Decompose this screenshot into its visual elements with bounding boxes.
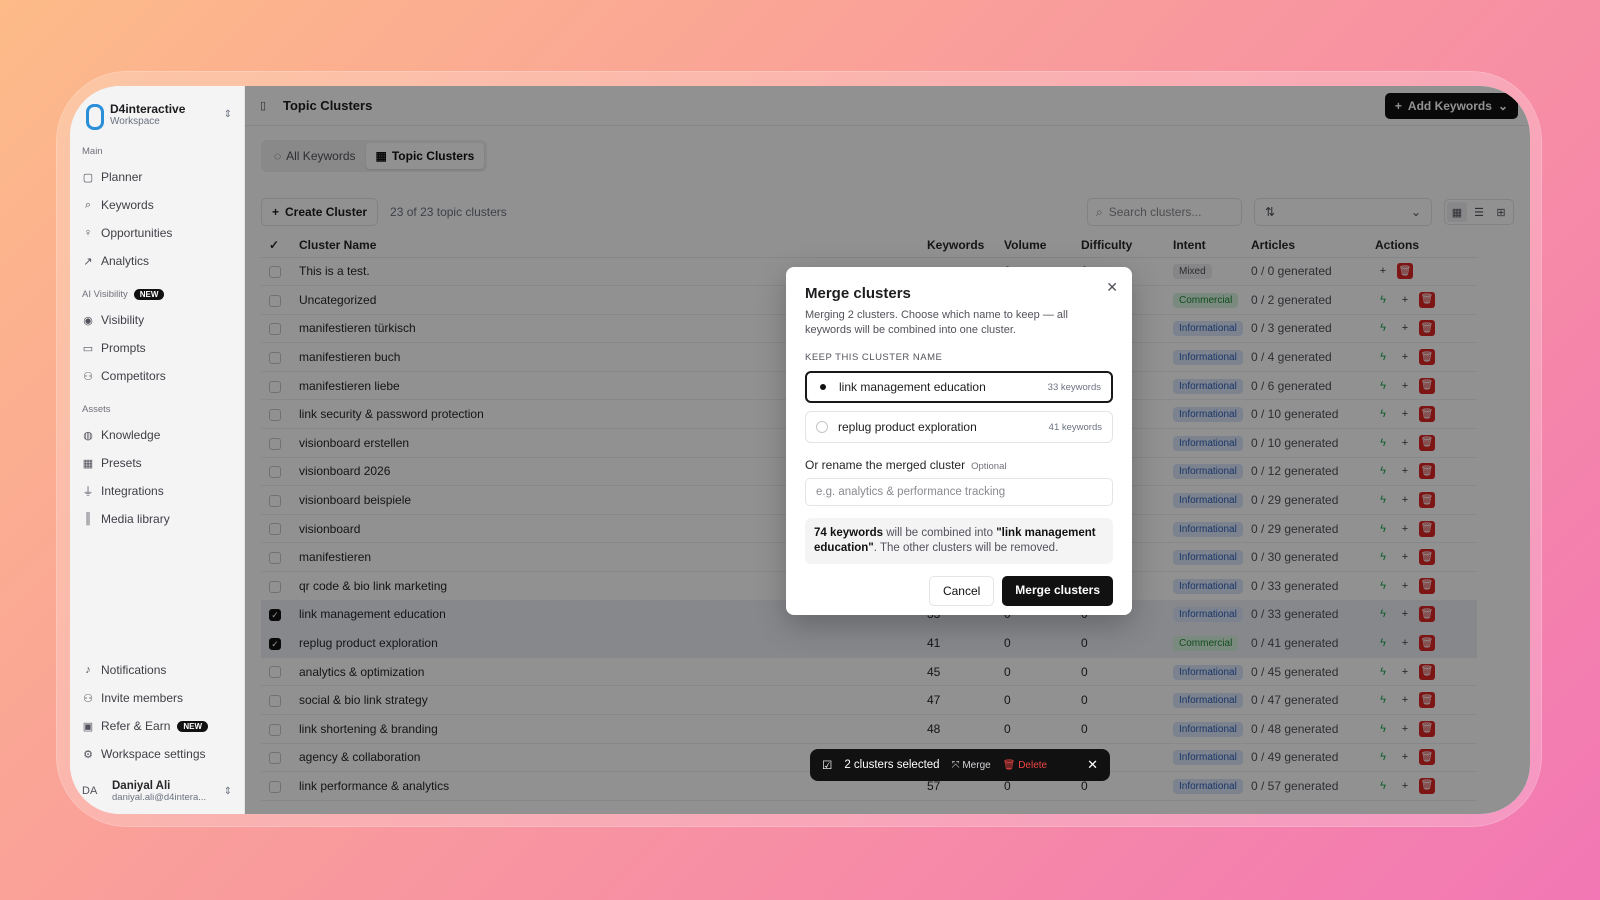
- sidebar-item-prompts[interactable]: ▭ Prompts: [70, 334, 244, 362]
- cancel-button[interactable]: Cancel: [928, 576, 995, 606]
- section-ai-visibility: AI Visibility NEW: [70, 289, 244, 300]
- chevron-updown-icon: ⇕: [223, 785, 232, 797]
- message-icon: ▭: [82, 342, 94, 355]
- option-name: replug product exploration: [838, 420, 977, 434]
- sidebar-item-label: Planner: [101, 170, 143, 184]
- chart-icon: ↗: [83, 255, 93, 268]
- sidebar-item-knowledge[interactable]: ◍ Knowledge: [70, 421, 244, 449]
- sidebar-bottom: ♪ Notifications ⚇ Invite members ▣ Refer & Ea…: [70, 656, 244, 814]
- chevron-updown-icon: ⇕: [223, 108, 232, 120]
- section-assets: Assets: [82, 404, 111, 415]
- bulk-merge-label: Merge: [962, 759, 991, 771]
- sidebar-item-label: Visibility: [101, 313, 145, 327]
- merge-summary: 74 keywords will be combined into "link …: [805, 518, 1113, 564]
- radio-selected[interactable]: [817, 381, 829, 393]
- bulk-delete-label: Delete: [1018, 759, 1048, 771]
- close-icon[interactable]: ✕: [1087, 757, 1098, 773]
- workspace-sub: Workspace: [110, 115, 160, 127]
- workspace-switcher[interactable]: D4interactive Workspace ⇕: [70, 86, 244, 132]
- merge-clusters-button[interactable]: Merge clusters: [1002, 576, 1113, 606]
- sidebar-item-invite-members[interactable]: ⚇ Invite members: [70, 684, 244, 712]
- option-count: 33 keywords: [1047, 381, 1101, 393]
- users-icon: ⚇: [83, 370, 93, 383]
- sidebar-item-label: Media library: [101, 512, 170, 526]
- section-ai-label: AI Visibility: [82, 289, 128, 300]
- eye-icon: ◉: [83, 314, 93, 327]
- workspace-name: D4interactive: [110, 101, 186, 116]
- sidebar-item-label: Analytics: [101, 254, 150, 268]
- sidebar-item-analytics[interactable]: ↗ Analytics: [70, 247, 244, 275]
- search-icon: ⌕: [84, 198, 92, 211]
- sidebar-item-workspace-settings[interactable]: ⚙ Workspace settings: [70, 740, 244, 768]
- trash-icon: 🗑: [1002, 759, 1019, 771]
- summary-mid: will be combined into: [883, 527, 997, 539]
- plug-icon: ⏚: [82, 486, 94, 498]
- calendar-icon: ▢: [82, 171, 94, 184]
- sidebar-item-keywords[interactable]: ⌕ Keywords: [70, 191, 244, 219]
- sidebar-item-label: Opportunities: [101, 226, 173, 240]
- sidebar-item-label: Knowledge: [101, 428, 161, 442]
- gear-icon: ⚙: [83, 748, 93, 761]
- dialog-title: Merge clusters: [805, 285, 911, 302]
- sidebar-item-planner[interactable]: ▢ Planner: [70, 163, 244, 191]
- sidebar-item-label: Keywords: [101, 198, 154, 212]
- user-plus-icon: ⚇: [83, 692, 93, 705]
- grid-icon: ▦: [82, 457, 94, 470]
- merge-icon: ⤧: [951, 759, 963, 771]
- bulk-delete-button[interactable]: 🗑 Delete: [1003, 760, 1047, 771]
- bulk-merge-button[interactable]: ⤧ Merge: [952, 760, 991, 771]
- optional-tag: Optional: [971, 461, 1007, 472]
- user-name: Daniyal Ali: [112, 779, 171, 792]
- app-window: D4interactive Workspace ⇕ Main ▢ Planner ⌕…: [70, 86, 1530, 814]
- user-email: daniyal.ali@d4intera...: [112, 791, 207, 803]
- sidebar-item-notifications[interactable]: ♪ Notifications: [70, 656, 244, 684]
- sidebar-item-label: Workspace settings: [101, 747, 206, 761]
- sidebar-item-label: Invite members: [101, 691, 184, 705]
- sidebar-item-integrations[interactable]: ⏚ Integrations: [70, 477, 244, 505]
- avatar: DA: [82, 785, 98, 797]
- section-main: Main: [82, 146, 103, 157]
- sidebar-item-label: Competitors: [101, 369, 166, 383]
- bell-icon: ♪: [85, 664, 91, 676]
- close-icon[interactable]: ✕: [1106, 279, 1118, 296]
- option-name: link management education: [839, 380, 986, 394]
- sidebar-item-refer-earn[interactable]: ▣ Refer & Earn NEW: [70, 712, 244, 740]
- bulk-action-bar: ☑ 2 clusters selected ⤧ Merge 🗑 Delete ✕: [810, 749, 1110, 781]
- sidebar-item-visibility[interactable]: ◉ Visibility: [70, 306, 244, 334]
- keep-option-link-management[interactable]: link management education 33 keywords: [805, 371, 1113, 403]
- sidebar-item-label: Prompts: [101, 341, 146, 355]
- gift-icon: ▣: [82, 720, 94, 733]
- new-badge: NEW: [133, 289, 165, 300]
- radio-unselected[interactable]: [816, 421, 828, 433]
- keep-name-label: KEEP THIS CLUSTER NAME: [805, 352, 943, 363]
- lightbulb-icon: ♀: [83, 227, 93, 239]
- sidebar-item-label: Notifications: [101, 663, 167, 677]
- sidebar: D4interactive Workspace ⇕ Main ▢ Planner ⌕…: [70, 86, 245, 814]
- dialog-actions: Cancel Merge clusters: [805, 576, 1113, 606]
- user-menu[interactable]: DA Daniyal Ali daniyal.ali@d4intera... ⇕: [70, 768, 244, 814]
- globe-icon: ◍: [83, 429, 93, 442]
- new-badge: NEW: [177, 720, 209, 732]
- sidebar-item-competitors[interactable]: ⚇ Competitors: [70, 362, 244, 390]
- library-icon: ║: [84, 513, 92, 525]
- dialog-description: Merging 2 clusters. Choose which name to…: [805, 309, 1068, 336]
- rename-label: Or rename the merged cluster Optional: [805, 458, 1113, 472]
- sidebar-item-label: Presets: [101, 456, 142, 470]
- sidebar-item-media-library[interactable]: ║ Media library: [70, 505, 244, 533]
- rename-input[interactable]: [805, 478, 1113, 506]
- workspace-logo-icon: [84, 102, 104, 130]
- summary-end: . The other clusters will be removed.: [873, 542, 1059, 554]
- check-circle-icon: ☑: [822, 760, 833, 772]
- option-count: 41 keywords: [1048, 421, 1102, 433]
- merge-dialog: ✕ Merge clusters Merging 2 clusters. Cho…: [786, 267, 1132, 615]
- sidebar-item-label: Refer & Earn: [101, 719, 171, 733]
- rename-text: Or rename the merged cluster: [805, 458, 966, 472]
- main-content: ▯ Topic Clusters + Add Keywords ⌄ ◌ All K…: [245, 86, 1530, 814]
- sidebar-item-presets[interactable]: ▦ Presets: [70, 449, 244, 477]
- selected-count: 2 clusters selected: [844, 759, 940, 771]
- sidebar-item-label: Integrations: [101, 484, 164, 498]
- keep-option-replug[interactable]: replug product exploration 41 keywords: [805, 411, 1113, 443]
- summary-count: 74 keywords: [814, 527, 884, 539]
- sidebar-item-opportunities[interactable]: ♀ Opportunities: [70, 219, 244, 247]
